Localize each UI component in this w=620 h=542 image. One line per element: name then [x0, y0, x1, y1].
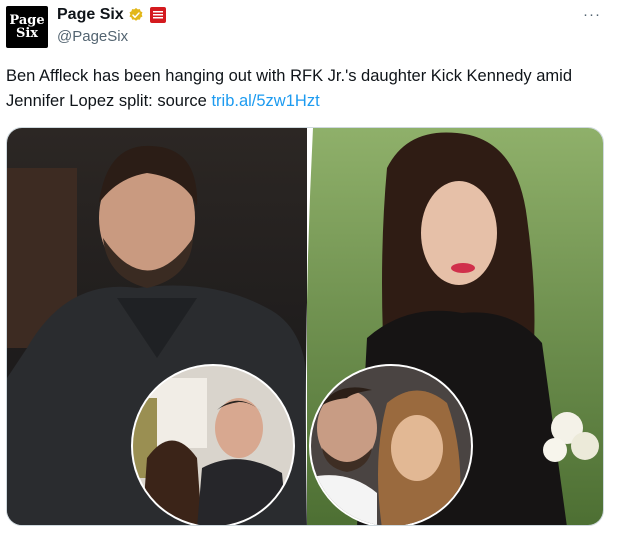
account-name[interactable]: Page Six	[57, 6, 124, 24]
gold-check-icon	[129, 8, 143, 21]
avatar-text-line2: Six	[15, 26, 39, 41]
account-name-row: Page Six	[57, 6, 166, 24]
account-handle[interactable]: @PageSix	[57, 28, 128, 45]
tweet-card[interactable]: Page Six Page Six @PageSix ··· Ben Affle…	[0, 0, 620, 542]
tweet-link[interactable]: trib.al/5zw1Hzt	[211, 92, 319, 110]
tweet-media[interactable]	[6, 127, 604, 526]
media-photo-collage	[7, 128, 603, 525]
account-avatar[interactable]: Page Six	[6, 6, 48, 48]
more-options-icon[interactable]: ···	[583, 6, 601, 23]
nypost-badge-icon[interactable]	[149, 7, 166, 23]
tweet-text: Ben Affleck has been hanging out with RF…	[6, 64, 606, 114]
